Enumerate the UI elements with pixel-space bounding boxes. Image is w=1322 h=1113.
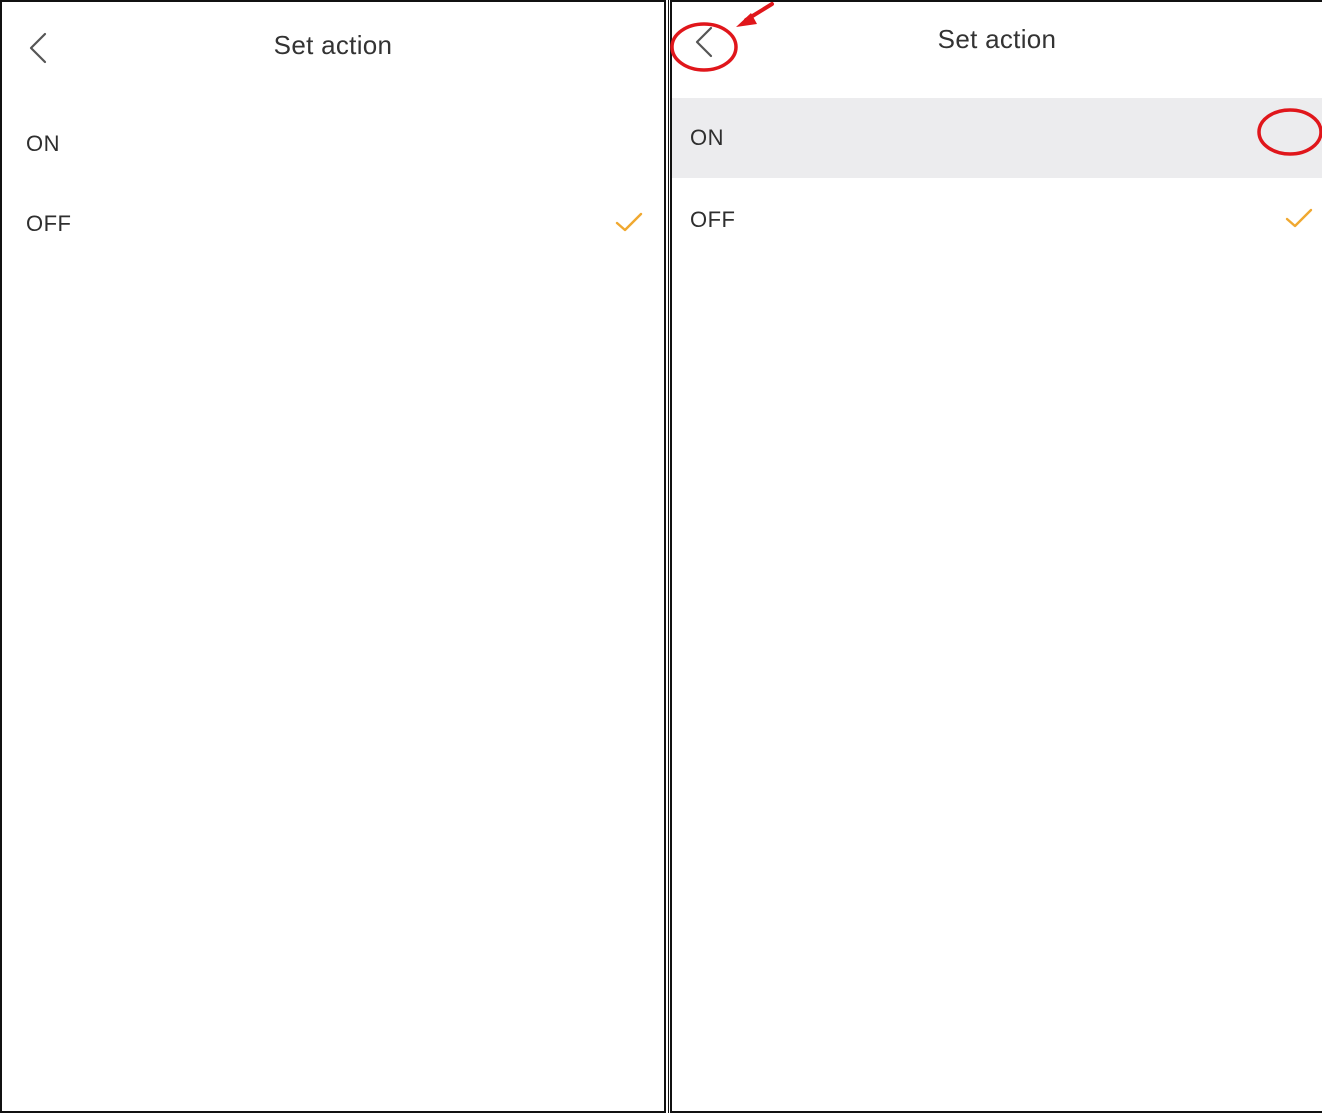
option-on[interactable]: ON bbox=[2, 104, 664, 184]
option-label: OFF bbox=[26, 211, 72, 236]
option-off[interactable]: OFF bbox=[672, 180, 1322, 260]
nav-bar: Set action bbox=[2, 6, 664, 86]
option-label: ON bbox=[26, 131, 60, 156]
option-off[interactable]: OFF bbox=[2, 184, 664, 264]
checkmark-icon bbox=[615, 212, 643, 232]
checkmark-icon bbox=[1285, 208, 1313, 228]
page-title: Set action bbox=[273, 30, 393, 60]
page-title: Set action bbox=[937, 24, 1057, 54]
nav-bar: Set action bbox=[672, 2, 1322, 82]
option-label: ON bbox=[690, 125, 724, 150]
option-label: OFF bbox=[690, 207, 736, 232]
screen-right: Set action ON OFF bbox=[670, 0, 1322, 1113]
screen-left: Set action ON OFF bbox=[0, 0, 669, 1113]
option-on[interactable]: ON bbox=[672, 98, 1322, 178]
